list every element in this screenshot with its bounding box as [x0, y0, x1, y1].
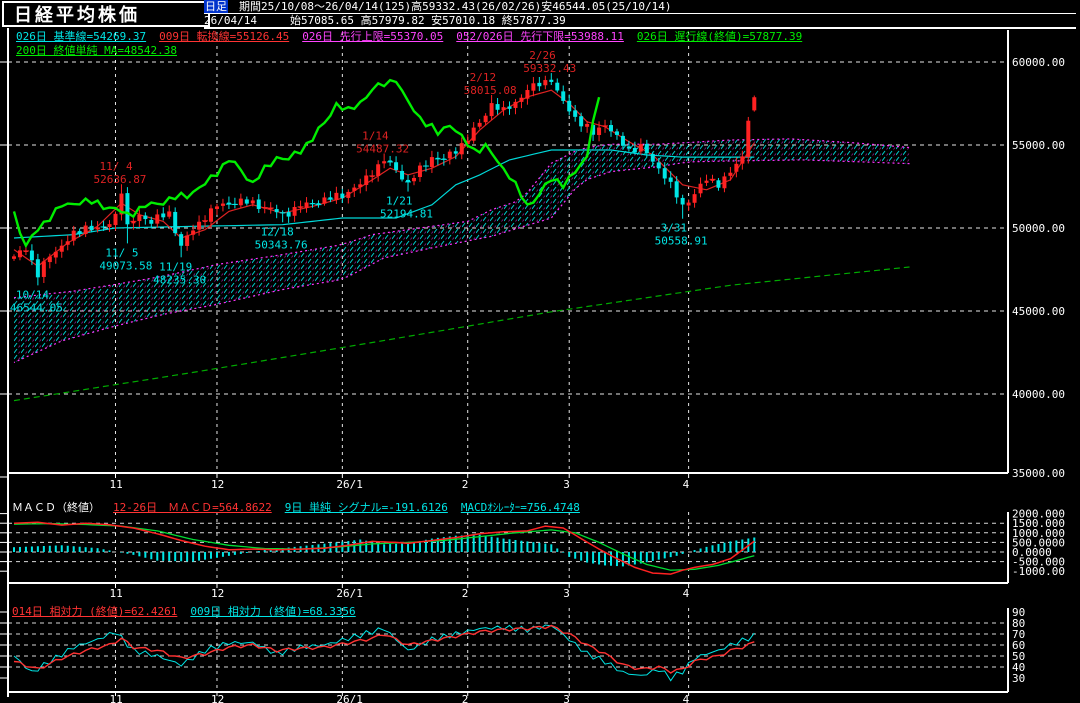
- legend-item: 200日 終値単純 MA=48542.38: [16, 44, 177, 57]
- chart-annotation: 3/31 50558.91: [655, 222, 708, 248]
- chart-annotation: 2/12 58015.08: [464, 71, 517, 97]
- legend-item: 026日 遅行線(終値)=57877.39: [636, 30, 803, 43]
- chart-canvas: 10/14 46544.05 11/ 4 52636.87 11/ 5 49073.58 1…: [0, 0, 1080, 703]
- x-axis-label: 4: [683, 693, 690, 703]
- x-axis-label: 3: [563, 693, 570, 703]
- legend-item: 026日 先行上限=55370.05: [302, 30, 444, 43]
- chart-title-box: 日経平均株価: [2, 1, 210, 27]
- x-axis-label: 26/1: [336, 478, 363, 491]
- chart-annotation: 1/21 52194.81: [380, 195, 433, 221]
- x-axis-label: 3: [563, 478, 570, 491]
- x-axis-label: 3: [563, 587, 570, 600]
- y-axis-label: -1000.00: [1012, 565, 1065, 578]
- y-axis-label: 60000.00: [1012, 56, 1065, 69]
- legend-item: 009日 転換線=55126.45: [159, 30, 290, 43]
- y-axis-label: 30: [1012, 672, 1025, 685]
- legend-item: MACDｵｼﾚｰﾀｰ=756.4748: [460, 501, 580, 514]
- header-range-text: 期間25/10/08～26/04/14(125)高59332.43(26/02/…: [228, 0, 672, 13]
- x-axis-label: 4: [683, 587, 690, 600]
- chart-annotation: 11/ 4 52636.87: [93, 160, 146, 186]
- rsi-legend: 014日 相対力 (終値)=62.4261 009日 相対力 (終値)=68.33…: [12, 606, 369, 618]
- y-axis-label: 50000.00: [1012, 222, 1065, 235]
- x-axis-label: 11: [109, 587, 122, 600]
- x-axis-label: 2: [462, 587, 469, 600]
- header-line2: 26/04/14 始57085.65 高57979.82 安57010.18 終…: [204, 14, 1076, 29]
- page-title: 日経平均株価: [14, 5, 140, 26]
- x-axis-label: 2: [462, 693, 469, 703]
- legend-item: 026日 基準線=54269.37: [16, 30, 147, 43]
- x-axis-label: 12: [211, 587, 224, 600]
- x-axis-label: 2: [462, 478, 469, 491]
- header: 日足 期間25/10/08～26/04/14(125)高59332.43(26/…: [204, 0, 1076, 29]
- y-axis-label: 45000.00: [1012, 305, 1065, 318]
- period-badge: 日足: [204, 0, 228, 13]
- chart-annotation: 2/26 59332.43: [523, 49, 576, 75]
- y-axis-label: 35000.00: [1012, 467, 1065, 480]
- x-axis-label: 11: [109, 478, 122, 491]
- legend-item: 009日 相対力 (終値)=68.3356: [190, 605, 356, 618]
- legend-item: 014日 相対力 (終値)=62.4261: [12, 605, 178, 618]
- x-axis-label: 11: [109, 693, 122, 703]
- app-window: 10/14 46544.05 11/ 4 52636.87 11/ 5 49073.58 1…: [0, 0, 1080, 703]
- legend-item: ＭＡＣＤ（終値）: [12, 501, 100, 514]
- chart-annotation: 11/ 5 49073.58: [99, 246, 152, 272]
- x-axis-label: 12: [211, 478, 224, 491]
- x-axis-label: 4: [683, 478, 690, 491]
- legend-item: 9日 単純 シグナル=-191.6126: [284, 501, 448, 514]
- ichimoku-legend-row1: 026日 基準線=54269.37 009日 転換線=55126.45 026日 先…: [16, 31, 815, 43]
- y-axis-label: 40000.00: [1012, 388, 1065, 401]
- chart-annotation: 1/14 54487.32: [356, 130, 409, 156]
- chart-annotation: 12/18 50343.76: [255, 225, 308, 251]
- ichimoku-legend-row2: 200日 終値単純 MA=48542.38: [16, 45, 190, 57]
- x-axis-label: 12: [211, 693, 224, 703]
- x-axis-label: 26/1: [336, 693, 363, 703]
- y-axis-label: 55000.00: [1012, 139, 1065, 152]
- chart-annotation: 10/14 46544.05: [10, 288, 63, 314]
- chart-annotation: 11/19 48235.30: [153, 260, 206, 286]
- legend-item: 052/026日 先行下限=53988.11: [456, 30, 624, 43]
- legend-item: 12-26日 ＭＡＣＤ=564.8622: [113, 501, 272, 514]
- stock-chart-svg: 10/14 46544.0511/ 4 52636.8711/ 5 49073.58 1…: [0, 28, 1065, 703]
- header-line1: 日足 期間25/10/08～26/04/14(125)高59332.43(26/…: [204, 0, 1076, 14]
- x-axis-label: 26/1: [336, 587, 363, 600]
- macd-legend: ＭＡＣＤ（終値） 12-26日 ＭＡＣＤ=564.8622 9日 単純 シグナル=-…: [12, 502, 593, 514]
